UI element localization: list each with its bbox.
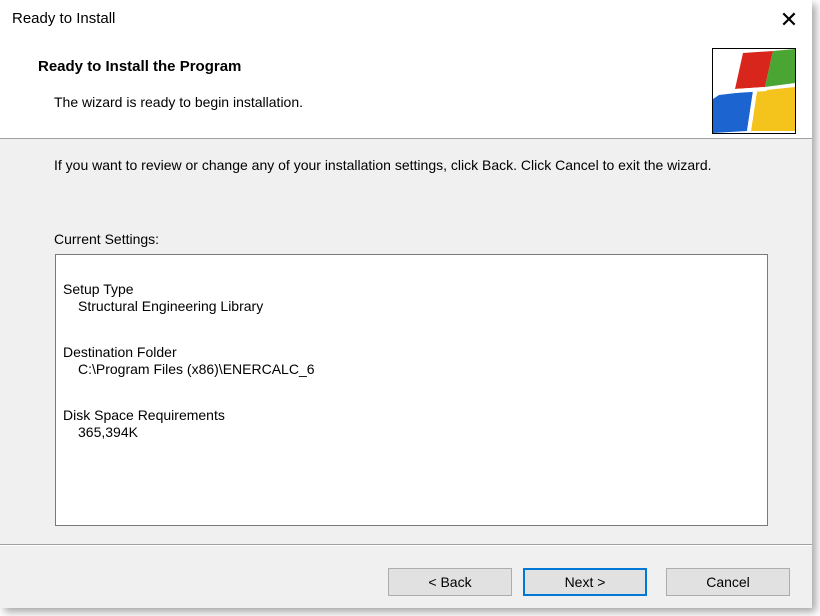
- title-bar: Ready to Install ✕: [0, 0, 812, 40]
- close-icon[interactable]: ✕: [766, 0, 812, 40]
- setting-label: Destination Folder: [63, 344, 177, 360]
- setting-disk-space: Disk Space Requirements 365,394K: [63, 407, 225, 441]
- setting-value: 365,394K: [78, 424, 138, 440]
- setting-value: C:\Program Files (x86)\ENERCALC_6: [78, 361, 315, 377]
- current-settings-label: Current Settings:: [54, 231, 160, 247]
- back-button[interactable]: < Back: [388, 568, 512, 596]
- page-heading: Ready to Install the Program: [38, 58, 242, 75]
- cancel-button[interactable]: Cancel: [666, 568, 790, 596]
- logo-graphic: [713, 49, 795, 133]
- setting-value: Structural Engineering Library: [78, 298, 264, 314]
- next-button[interactable]: Next >: [523, 568, 647, 596]
- setting-label: Disk Space Requirements: [63, 407, 225, 423]
- setting-setup-type: Setup Type Structural Engineering Librar…: [63, 281, 263, 315]
- intro-text: If you want to review or change any of y…: [54, 157, 712, 173]
- window-title: Ready to Install: [12, 10, 116, 27]
- footer-divider: [0, 544, 812, 546]
- setting-destination-folder: Destination Folder C:\Program Files (x86…: [63, 344, 315, 378]
- windows-installer-logo-icon: [712, 48, 796, 134]
- content-area: If you want to review or change any of y…: [0, 139, 812, 539]
- settings-summary-box[interactable]: Setup Type Structural Engineering Librar…: [55, 254, 768, 526]
- page-subheading: The wizard is ready to begin installatio…: [54, 94, 304, 110]
- setting-label: Setup Type: [63, 281, 134, 297]
- header-banner: Ready to Install the Program The wizard …: [0, 40, 812, 139]
- installer-dialog: Ready to Install ✕ Ready to Install the …: [0, 0, 812, 608]
